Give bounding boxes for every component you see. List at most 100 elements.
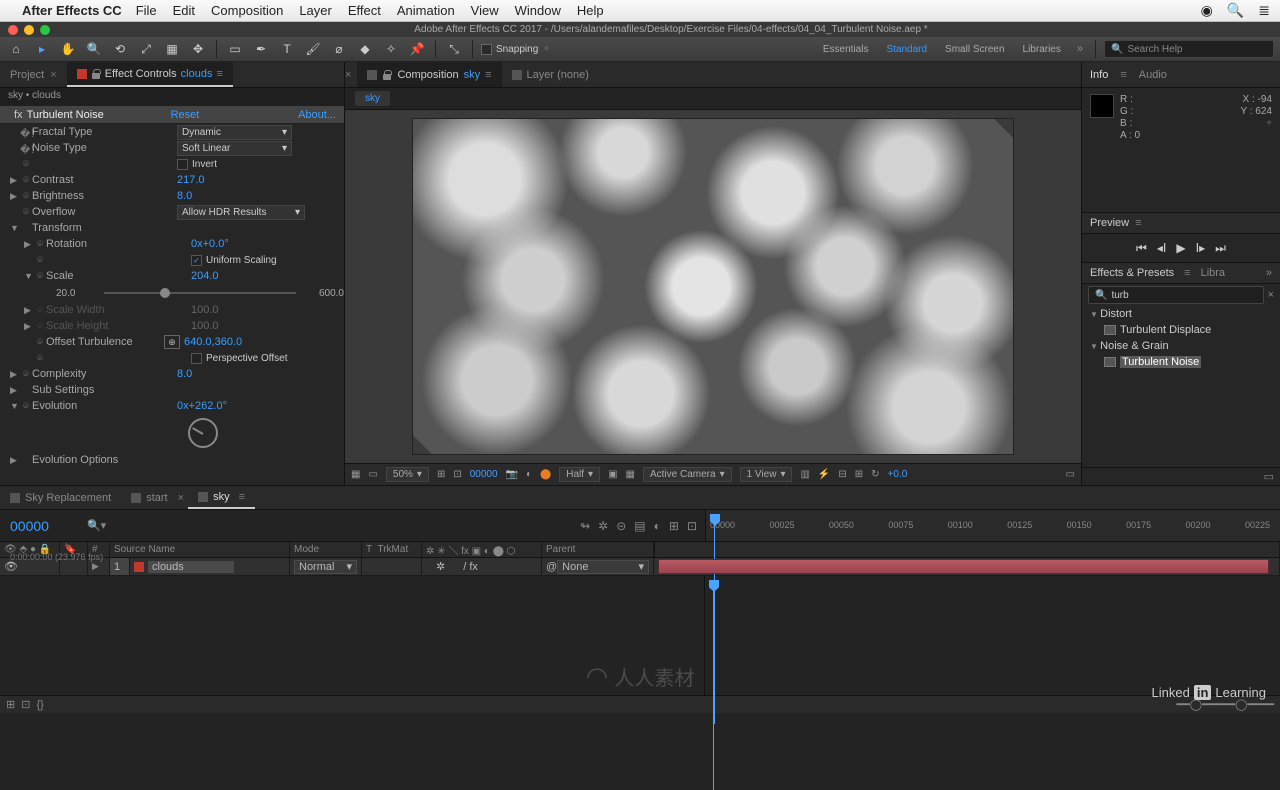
flowchart-icon[interactable]: ⊞	[855, 469, 863, 480]
color-mgmt-icon[interactable]: ⬤	[540, 469, 551, 480]
tab-sky-replacement[interactable]: Sky Replacement	[0, 486, 121, 509]
lock-icon[interactable]	[382, 70, 392, 80]
parent-pickwhip-icon[interactable]: @	[546, 561, 557, 573]
camera-tool-icon[interactable]: ▦	[162, 39, 182, 59]
scale-slider[interactable]: 20.0600.0	[0, 284, 344, 302]
exposure-value[interactable]: +0.0	[888, 469, 908, 480]
reset-exposure-icon[interactable]: ↻	[871, 469, 879, 480]
brainstorm-icon[interactable]: ⊡	[687, 519, 697, 533]
uniform-scaling-checkbox[interactable]: ✓Uniform Scaling	[191, 255, 277, 266]
frame-blend-icon[interactable]: ▤	[634, 519, 645, 533]
expand-layer-icon[interactable]: ▶	[92, 561, 99, 572]
orbit-tool-icon[interactable]: ⟲	[110, 39, 130, 59]
hand-tool-icon[interactable]: ✋	[58, 39, 78, 59]
roi-icon[interactable]: ▣	[608, 469, 617, 480]
brush-tool-icon[interactable]: 🖌	[303, 39, 323, 59]
menu-edit[interactable]: Edit	[173, 3, 195, 18]
timeline-layer-row[interactable]: 👁 ▶ 1 clouds Normal▾ ✲/ fx @None▾	[0, 558, 1280, 576]
layer-color-icon[interactable]	[134, 562, 144, 572]
current-timecode[interactable]: 00000	[10, 518, 49, 534]
menu-extras-icon[interactable]: ≣	[1258, 2, 1270, 19]
toggle-modes-icon[interactable]: ⊡	[21, 698, 30, 711]
layer-duration-bar[interactable]	[658, 559, 1269, 574]
selection-tool-icon[interactable]: ▸	[32, 39, 52, 59]
workspace-libraries[interactable]: Libraries	[1023, 44, 1061, 55]
workspace-standard[interactable]: Standard	[886, 44, 927, 55]
time-ruler[interactable]: 0000000025000500007500100001250015000175…	[705, 510, 1280, 541]
close-icon[interactable]: ×	[345, 69, 351, 81]
offset-turbulence-value[interactable]: 640.0,360.0	[184, 336, 242, 348]
next-frame-icon[interactable]: Ⅰ▸	[1196, 241, 1206, 255]
clear-search-icon[interactable]: ×	[1268, 289, 1274, 301]
first-frame-icon[interactable]: ⏮	[1136, 241, 1147, 256]
menu-window[interactable]: Window	[515, 3, 561, 18]
zoom-window-icon[interactable]	[40, 25, 50, 35]
close-window-icon[interactable]	[8, 25, 18, 35]
menu-file[interactable]: File	[136, 3, 157, 18]
hide-shy-icon[interactable]: ⊝	[616, 519, 626, 533]
prop-transform[interactable]: Transform	[0, 220, 344, 236]
category-distort[interactable]: Distort	[1082, 306, 1280, 322]
toggle-switches-icon[interactable]: ⊞	[6, 698, 15, 711]
tab-audio[interactable]: Audio	[1139, 69, 1167, 81]
close-icon[interactable]: ×	[178, 492, 184, 504]
brackets-icon[interactable]: {}	[36, 699, 43, 711]
timeline-icon[interactable]: ⊟	[838, 469, 846, 480]
anchor-tool-icon[interactable]: ✥	[188, 39, 208, 59]
tab-preview[interactable]: Preview	[1090, 217, 1129, 229]
minimize-window-icon[interactable]	[24, 25, 34, 35]
blend-mode-dropdown[interactable]: Normal▾	[294, 560, 357, 574]
menu-layer[interactable]: Layer	[299, 3, 332, 18]
tab-effect-controls[interactable]: Effect Controls clouds ≡	[67, 62, 233, 87]
zoom-tool-icon[interactable]: 🔍	[84, 39, 104, 59]
menu-animation[interactable]: Animation	[397, 3, 455, 18]
menu-composition[interactable]: Composition	[211, 3, 283, 18]
motion-blur-icon[interactable]: ◐	[654, 519, 661, 533]
noise-type-dropdown[interactable]: Soft Linear▾	[177, 141, 292, 156]
search-help-input[interactable]: 🔍Search Help	[1104, 40, 1274, 58]
workspace-essentials[interactable]: Essentials	[823, 44, 869, 55]
tab-start[interactable]: start	[121, 486, 177, 509]
menu-effect[interactable]: Effect	[348, 3, 381, 18]
rect-tool-icon[interactable]: ▭	[225, 39, 245, 59]
tab-effects-presets[interactable]: Effects & Presets	[1090, 267, 1174, 279]
resolution-dropdown[interactable]: Half▾	[559, 467, 600, 482]
timeline-search-icon[interactable]: 🔍▾	[87, 519, 106, 532]
play-icon[interactable]: ▶	[1176, 241, 1185, 255]
roto-tool-icon[interactable]: ✧	[381, 39, 401, 59]
rotation-value[interactable]: 0x+0.0°	[191, 238, 229, 250]
layer-name[interactable]: clouds	[148, 561, 234, 573]
snapshot-icon[interactable]: 📷	[506, 469, 518, 480]
fast-preview-icon[interactable]: ⚡	[818, 469, 830, 480]
pen-tool-icon[interactable]: ✒	[251, 39, 271, 59]
grid-icon[interactable]: ▦	[351, 469, 360, 480]
tab-project[interactable]: Project×	[0, 62, 67, 87]
prop-sub-settings[interactable]: Sub Settings	[0, 382, 344, 398]
rotation-tool-icon[interactable]: ⤢	[136, 39, 156, 59]
preset-turbulent-displace[interactable]: Turbulent Displace	[1082, 322, 1280, 338]
evolution-dial[interactable]	[188, 418, 218, 448]
contrast-value[interactable]: 217.0	[177, 174, 205, 186]
viewer-options-icon[interactable]: ▭	[1066, 469, 1075, 480]
prop-evolution-options[interactable]: Evolution Options	[0, 452, 344, 468]
parent-dropdown[interactable]: None▾	[557, 560, 649, 574]
scale-value[interactable]: 204.0	[191, 270, 219, 282]
playhead[interactable]	[710, 510, 720, 541]
views-dropdown[interactable]: 1 View▾	[740, 467, 793, 482]
close-icon[interactable]: ×	[50, 69, 56, 81]
safe-zones-icon[interactable]: ⊡	[453, 469, 461, 480]
graph-editor-icon[interactable]: ⊞	[669, 519, 679, 533]
spotlight-icon[interactable]: 🔍	[1227, 2, 1244, 19]
tab-sky[interactable]: sky≡	[188, 486, 255, 509]
effects-search-input[interactable]: 🔍turb	[1088, 286, 1264, 304]
category-noise-grain[interactable]: Noise & Grain	[1082, 338, 1280, 354]
overflow-icon[interactable]: »	[1266, 267, 1272, 279]
invert-checkbox[interactable]: Invert	[177, 159, 217, 170]
menu-help[interactable]: Help	[577, 3, 604, 18]
menu-view[interactable]: View	[471, 3, 499, 18]
pixel-aspect-icon[interactable]: ▥	[800, 469, 809, 480]
prev-frame-icon[interactable]: ◂Ⅰ	[1157, 241, 1167, 255]
puppet-tool-icon[interactable]: 📌	[407, 39, 427, 59]
effect-controls-layer-link[interactable]: clouds	[181, 68, 213, 80]
text-tool-icon[interactable]: T	[277, 39, 297, 59]
